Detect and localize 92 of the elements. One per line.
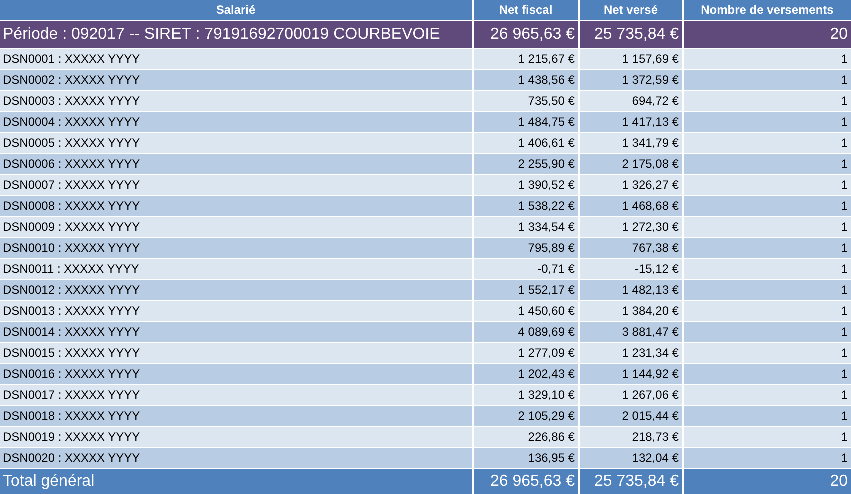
- table-cell: 1 202,43 €: [474, 364, 578, 384]
- table-cell: 218,73 €: [580, 427, 682, 447]
- table-cell: 1 468,68 €: [580, 196, 682, 216]
- table-cell: 1 326,27 €: [580, 175, 682, 195]
- column-header: Nombre de versements: [684, 0, 851, 20]
- table-cell: DSN0017 : XXXXX YYYY: [0, 385, 472, 405]
- table-cell: 1: [684, 427, 851, 447]
- table-cell: 1: [684, 154, 851, 174]
- table-cell: 1: [684, 133, 851, 153]
- table-cell: DSN0016 : XXXXX YYYY: [0, 364, 472, 384]
- table-cell: 2 175,08 €: [580, 154, 682, 174]
- table-cell: 1: [684, 217, 851, 237]
- table-cell: DSN0003 : XXXXX YYYY: [0, 91, 472, 111]
- table-cell: 1 329,10 €: [474, 385, 578, 405]
- table-cell: 1: [684, 301, 851, 321]
- table-cell: 136,95 €: [474, 448, 578, 468]
- table-cell: 1 438,56 €: [474, 70, 578, 90]
- group-cell: 26 965,63 €: [474, 21, 578, 48]
- group-cell: 25 735,84 €: [580, 21, 682, 48]
- table-cell: 1: [684, 448, 851, 468]
- table-cell: 1 417,13 €: [580, 112, 682, 132]
- table-cell: -0,71 €: [474, 259, 578, 279]
- table-cell: 1 157,69 €: [580, 49, 682, 69]
- table-cell: 132,04 €: [580, 448, 682, 468]
- table-cell: 735,50 €: [474, 91, 578, 111]
- table-cell: 1 334,54 €: [474, 217, 578, 237]
- table-cell: DSN0006 : XXXXX YYYY: [0, 154, 472, 174]
- table-cell: 1: [684, 364, 851, 384]
- table-cell: 1: [684, 322, 851, 342]
- table-cell: 1 231,34 €: [580, 343, 682, 363]
- table-cell: DSN0018 : XXXXX YYYY: [0, 406, 472, 426]
- table-cell: 1: [684, 385, 851, 405]
- column-header: Net fiscal: [474, 0, 578, 20]
- table-cell: DSN0001 : XXXXX YYYY: [0, 49, 472, 69]
- table-cell: 3 881,47 €: [580, 322, 682, 342]
- table-cell: 767,38 €: [580, 238, 682, 258]
- table-cell: 1: [684, 70, 851, 90]
- table-cell: 1 450,60 €: [474, 301, 578, 321]
- table-cell: 1 267,06 €: [580, 385, 682, 405]
- table-cell: DSN0007 : XXXXX YYYY: [0, 175, 472, 195]
- table-cell: 1 538,22 €: [474, 196, 578, 216]
- table-cell: DSN0014 : XXXXX YYYY: [0, 322, 472, 342]
- table-cell: DSN0009 : XXXXX YYYY: [0, 217, 472, 237]
- table-cell: 1: [684, 259, 851, 279]
- table-cell: 1 384,20 €: [580, 301, 682, 321]
- table-cell: DSN0004 : XXXXX YYYY: [0, 112, 472, 132]
- table-cell: 1 215,67 €: [474, 49, 578, 69]
- table-cell: 2 105,29 €: [474, 406, 578, 426]
- column-header: Salarié: [0, 0, 472, 20]
- table-cell: DSN0010 : XXXXX YYYY: [0, 238, 472, 258]
- table-cell: DSN0020 : XXXXX YYYY: [0, 448, 472, 468]
- table-cell: 1 406,61 €: [474, 133, 578, 153]
- table-cell: 2 015,44 €: [580, 406, 682, 426]
- table-cell: 694,72 €: [580, 91, 682, 111]
- table-cell: 1 341,79 €: [580, 133, 682, 153]
- table-cell: DSN0019 : XXXXX YYYY: [0, 427, 472, 447]
- group-cell: 20: [684, 21, 851, 48]
- table-cell: 1: [684, 175, 851, 195]
- total-cell: 20: [684, 469, 851, 494]
- table-cell: DSN0015 : XXXXX YYYY: [0, 343, 472, 363]
- table-cell: -15,12 €: [580, 259, 682, 279]
- table-cell: 1: [684, 406, 851, 426]
- table-cell: 1 272,30 €: [580, 217, 682, 237]
- table-cell: 1: [684, 49, 851, 69]
- table-cell: 1 277,09 €: [474, 343, 578, 363]
- table-cell: 1: [684, 238, 851, 258]
- table-cell: 1: [684, 280, 851, 300]
- table-cell: DSN0002 : XXXXX YYYY: [0, 70, 472, 90]
- table-cell: DSN0008 : XXXXX YYYY: [0, 196, 472, 216]
- table-cell: 226,86 €: [474, 427, 578, 447]
- table-cell: 795,89 €: [474, 238, 578, 258]
- group-cell: Période : 092017 -- SIRET : 79191692700019 COURBEVOIE: [0, 21, 472, 48]
- table-cell: 1: [684, 91, 851, 111]
- table-cell: 1 372,59 €: [580, 70, 682, 90]
- table-cell: 1 484,75 €: [474, 112, 578, 132]
- total-cell: 25 735,84 €: [580, 469, 682, 494]
- total-cell: 26 965,63 €: [474, 469, 578, 494]
- table-cell: DSN0012 : XXXXX YYYY: [0, 280, 472, 300]
- table-cell: 4 089,69 €: [474, 322, 578, 342]
- table-cell: 1 482,13 €: [580, 280, 682, 300]
- table-cell: DSN0013 : XXXXX YYYY: [0, 301, 472, 321]
- column-header: Net versé: [580, 0, 682, 20]
- table-cell: 1: [684, 343, 851, 363]
- total-cell: Total général: [0, 469, 472, 494]
- table-cell: 1 552,17 €: [474, 280, 578, 300]
- table-cell: DSN0011 : XXXXX YYYY: [0, 259, 472, 279]
- table-cell: 2 255,90 €: [474, 154, 578, 174]
- table-cell: DSN0005 : XXXXX YYYY: [0, 133, 472, 153]
- table-cell: 1 144,92 €: [580, 364, 682, 384]
- table-cell: 1: [684, 196, 851, 216]
- table-cell: 1 390,52 €: [474, 175, 578, 195]
- table-cell: 1: [684, 112, 851, 132]
